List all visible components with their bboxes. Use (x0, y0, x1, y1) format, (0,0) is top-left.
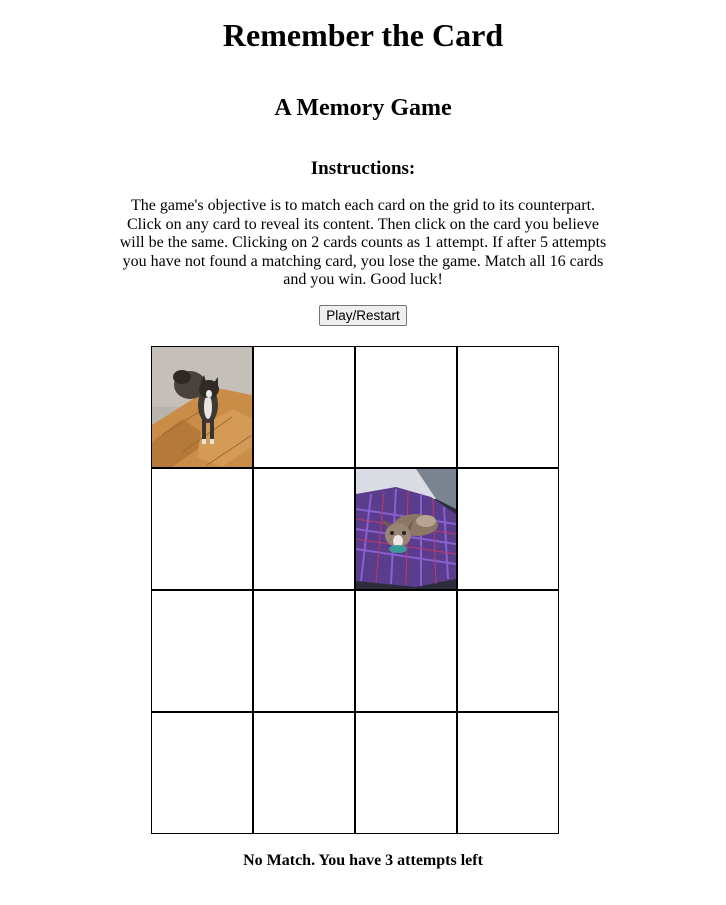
status-message: No Match. You have 3 attempts left (243, 852, 483, 869)
card-hidden[interactable] (151, 712, 253, 834)
card-hidden[interactable] (253, 590, 355, 712)
card-hidden[interactable] (253, 468, 355, 590)
card-grid (151, 346, 559, 834)
card-hidden[interactable] (355, 590, 457, 712)
play-restart-button[interactable]: Play/Restart (319, 304, 407, 326)
card-hidden[interactable] (355, 712, 457, 834)
card-revealed[interactable] (151, 346, 253, 468)
card-hidden[interactable] (355, 346, 457, 468)
instructions-text: The game's objective is to match each ca… (119, 197, 607, 288)
page-subtitle: A Memory Game (274, 95, 452, 121)
card-hidden[interactable] (151, 590, 253, 712)
card-revealed[interactable] (355, 468, 457, 590)
game-page: Remember the Card A Memory Game Instruct… (0, 0, 726, 326)
puppy-on-blanket-image (356, 469, 456, 589)
card-hidden[interactable] (151, 468, 253, 590)
puppy-on-floor-image (152, 347, 252, 467)
card-hidden[interactable] (457, 590, 559, 712)
card-hidden[interactable] (457, 468, 559, 590)
card-hidden[interactable] (457, 346, 559, 468)
page-title: Remember the Card (222, 17, 504, 53)
card-hidden[interactable] (253, 712, 355, 834)
instructions-heading: Instructions: (310, 158, 416, 179)
card-hidden[interactable] (457, 712, 559, 834)
card-hidden[interactable] (253, 346, 355, 468)
